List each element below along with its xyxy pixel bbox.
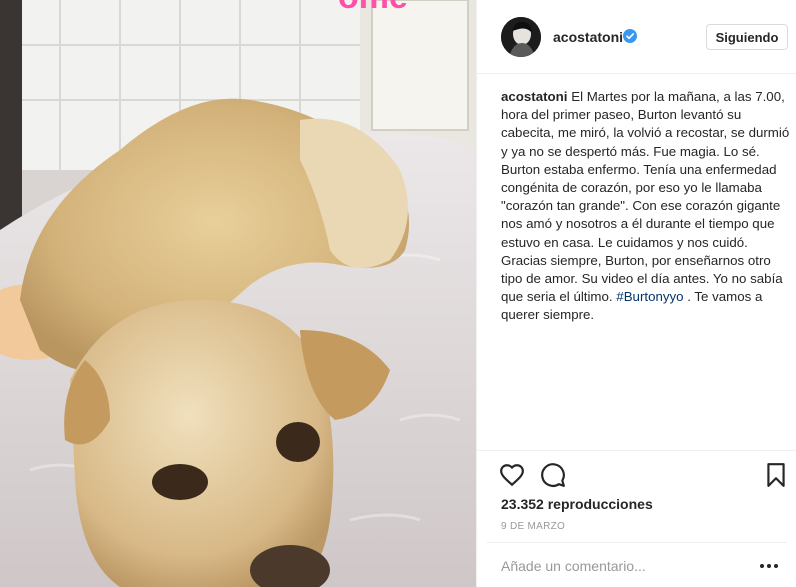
post-date[interactable]: 9 DE MARZO [501, 521, 565, 532]
comment-input[interactable] [501, 555, 741, 577]
caption-text: El Martes por la mañana, a las 7.00, hor… [501, 89, 790, 305]
bookmark-outline-icon[interactable] [763, 462, 789, 488]
verified-badge-icon [623, 29, 637, 43]
following-button[interactable]: Siguiendo [706, 24, 788, 50]
post-header: acostatoni Siguiendo [477, 0, 796, 74]
post-caption: acostatoni El Martes por la mañana, a la… [501, 88, 793, 325]
post-details-panel: acostatoni Siguiendo acostatoni El Marte… [476, 0, 796, 587]
post-media-video[interactable]: ome [0, 0, 476, 587]
ellipsis-icon[interactable] [757, 555, 781, 577]
caption-username-link[interactable]: acostatoni [501, 89, 568, 104]
profile-photo [501, 17, 541, 57]
hashtag-link[interactable]: #Burtonyyo [616, 289, 683, 304]
username-link[interactable]: acostatoni [553, 29, 623, 45]
heart-outline-icon[interactable] [499, 462, 525, 488]
avatar[interactable] [501, 17, 541, 57]
action-bar [477, 450, 796, 494]
comment-bar [487, 542, 787, 587]
speech-bubble-icon[interactable] [540, 462, 566, 488]
dog-video-frame: ome [0, 0, 476, 587]
view-count[interactable]: 23.352 reproducciones [501, 496, 653, 512]
overlay-text-fragment: ome [338, 0, 408, 16]
